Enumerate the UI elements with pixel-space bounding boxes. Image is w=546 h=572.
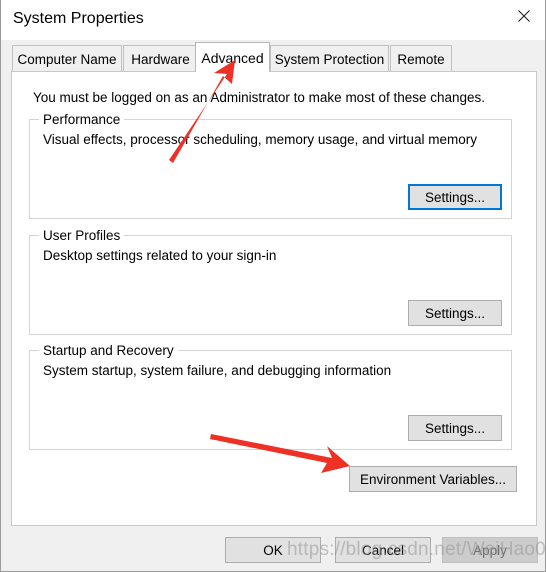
button-label: Environment Variables... — [359, 471, 507, 487]
group-performance-description: Visual effects, processor scheduling, me… — [43, 132, 477, 147]
system-properties-window: System Properties Computer Name Hardware… — [0, 0, 546, 572]
group-startup-description: System startup, system failure, and debu… — [43, 363, 392, 378]
tab-label: System Protection — [274, 51, 385, 67]
title-bar: System Properties — [1, 0, 545, 40]
tab-hardware[interactable]: Hardware — [123, 45, 198, 72]
tab-strip: Computer Name Hardware Advanced System P… — [1, 40, 545, 72]
tab-computer-name[interactable]: Computer Name — [12, 45, 122, 72]
button-label: Settings... — [424, 420, 486, 436]
group-performance-legend: Performance — [39, 112, 125, 127]
user-profiles-settings-button[interactable]: Settings... — [408, 300, 502, 326]
performance-settings-button[interactable]: Settings... — [408, 184, 502, 210]
group-startup-and-recovery: Startup and Recovery System startup, sys… — [29, 343, 512, 450]
group-user-profiles-legend: User Profiles — [39, 228, 125, 243]
tab-remote[interactable]: Remote — [390, 45, 452, 72]
tab-label: Hardware — [131, 51, 190, 67]
group-performance: Performance Visual effects, processor sc… — [29, 112, 512, 219]
intro-text: You must be logged on as an Administrato… — [33, 90, 486, 105]
group-startup-legend: Startup and Recovery — [39, 343, 178, 358]
button-label: Settings... — [424, 305, 486, 321]
button-label: OK — [263, 542, 283, 558]
tab-label: Remote — [397, 51, 445, 67]
button-label: Settings... — [424, 189, 486, 205]
tab-label: Computer Name — [17, 51, 117, 67]
environment-variables-button[interactable]: Environment Variables... — [349, 466, 517, 492]
tab-advanced[interactable]: Advanced — [195, 42, 270, 72]
group-user-profiles: User Profiles Desktop settings related t… — [29, 228, 512, 335]
window-title: System Properties — [13, 10, 144, 27]
watermark-text: https://blog.csdn.net/WeiHao0240 — [287, 539, 546, 560]
close-icon[interactable] — [501, 0, 545, 32]
group-user-profiles-description: Desktop settings related to your sign-in — [43, 248, 277, 263]
tab-label: Advanced — [201, 49, 264, 66]
startup-settings-button[interactable]: Settings... — [408, 415, 502, 441]
tab-system-protection[interactable]: System Protection — [270, 45, 389, 72]
advanced-tab-panel: You must be logged on as an Administrato… — [11, 71, 537, 526]
